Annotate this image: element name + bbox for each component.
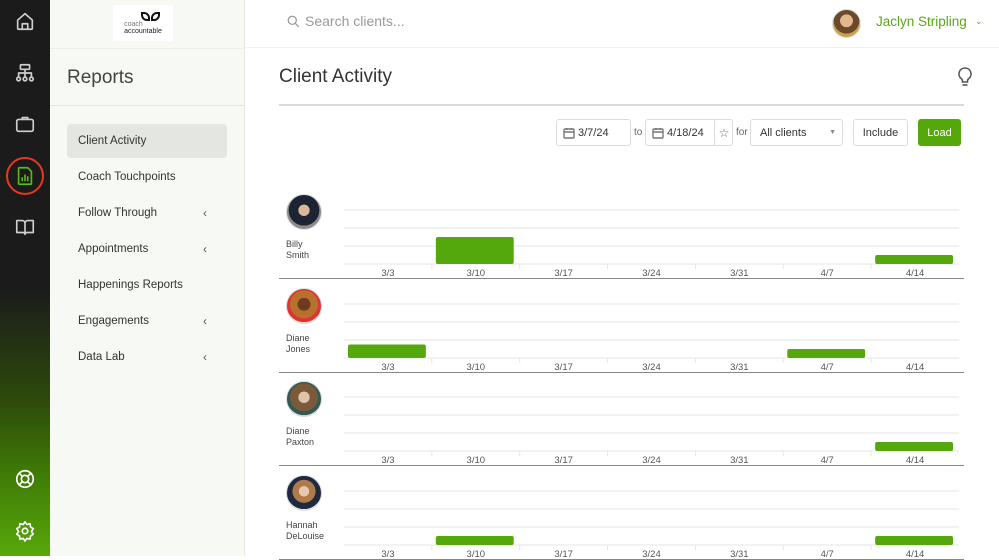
activity-bar[interactable] — [435, 237, 514, 264]
calendar-icon — [652, 127, 664, 139]
client-activity-row: Billy Smith 3/3 3/10 3/17 3/24 3/31 4/7 4/14 — [279, 186, 964, 279]
subnav-item-label: Coach Touchpoints — [78, 171, 176, 183]
caret-down-icon: ▼ — [829, 129, 836, 136]
x-tick-label: 3/3 — [381, 549, 394, 560]
subnav-title: Reports — [67, 67, 134, 88]
x-tick-label: 3/24 — [642, 549, 661, 560]
gear-icon[interactable] — [12, 518, 38, 544]
x-tick-label: 4/14 — [906, 455, 925, 466]
x-tick-label: 3/17 — [554, 362, 573, 373]
x-tick-label: 3/24 — [642, 362, 661, 373]
x-tick-label: 3/31 — [730, 549, 749, 560]
to-label: to — [634, 127, 643, 138]
x-tick-label: 3/3 — [381, 268, 394, 279]
activity-bar[interactable] — [348, 344, 426, 358]
subnav-item-happenings-reports[interactable]: Happenings Reports — [67, 268, 227, 302]
activity-bar[interactable] — [875, 255, 953, 264]
brand-logo[interactable]: coach accountable — [113, 5, 173, 41]
subnav-item-data-lab[interactable]: Data Lab ‹ — [67, 340, 227, 374]
x-tick-label: 4/7 — [821, 268, 834, 279]
subnav-item-label: Appointments — [78, 243, 149, 255]
x-tick-label: 3/10 — [467, 549, 486, 560]
activity-bar[interactable] — [787, 348, 866, 358]
client-activity-row: Diane Jones 3/3 3/10 3/17 3/24 3/31 4/7 4/14 — [279, 280, 964, 373]
x-tick-label: 3/3 — [381, 455, 394, 466]
home-icon[interactable] — [12, 8, 38, 34]
x-tick-label: 3/10 — [467, 455, 486, 466]
subnav-item-label: Engagements — [78, 315, 149, 327]
client-activity-chart: 3/3 3/10 3/17 3/24 3/31 4/7 4/14 — [344, 490, 959, 560]
client-activity-row: Diane Paxton 3/3 3/10 3/17 3/24 3/31 4/7 4/14 — [279, 373, 964, 466]
lifebuoy-icon[interactable] — [12, 466, 38, 492]
title-divider — [279, 104, 964, 106]
from-date-value: 3/7/24 — [578, 126, 609, 139]
load-button[interactable]: Load — [918, 119, 961, 146]
star-icon[interactable]: ☆ — [714, 120, 733, 145]
client-activity-chart: 3/3 3/10 3/17 3/24 3/31 4/7 4/14 — [344, 303, 959, 373]
org-chart-icon[interactable] — [12, 60, 38, 86]
book-icon[interactable] — [12, 214, 38, 240]
subnav-item-label: Data Lab — [78, 351, 125, 363]
client-activity-chart: 3/3 3/10 3/17 3/24 3/31 4/7 4/14 — [344, 396, 959, 466]
reports-icon[interactable] — [6, 157, 44, 195]
x-tick-label: 3/10 — [467, 362, 486, 373]
subnav-item-client-activity[interactable]: Client Activity — [67, 124, 227, 158]
subnav-item-label: Client Activity — [78, 135, 147, 147]
search-icon — [287, 15, 300, 27]
x-tick-label: 3/31 — [730, 455, 749, 466]
x-tick-label: 3/10 — [467, 268, 486, 279]
activity-bar[interactable] — [875, 442, 953, 451]
subnav-item-label: Follow Through — [78, 207, 158, 219]
leaf-logo-icon — [140, 11, 160, 21]
client-activity-row: Hannah DeLouise 3/3 3/10 3/17 3/24 3/31 4/7 4/14 — [279, 467, 964, 560]
include-label: Include — [862, 126, 899, 139]
user-avatar[interactable] — [832, 9, 861, 38]
chevron-left-icon: ‹ — [203, 242, 207, 256]
x-tick-label: 4/7 — [821, 549, 834, 560]
subnav-item-engagements[interactable]: Engagements ‹ — [67, 304, 227, 338]
x-tick-label: 3/3 — [381, 362, 394, 373]
page-title: Client Activity — [279, 66, 392, 87]
x-tick-label: 3/24 — [642, 455, 661, 466]
chevron-left-icon: ‹ — [203, 314, 207, 328]
icon-rail — [0, 0, 50, 556]
activity-bar[interactable] — [875, 535, 953, 545]
brand-line2: accountable — [124, 27, 162, 35]
include-button[interactable]: Include — [853, 119, 908, 146]
chevron-left-icon: ‹ — [203, 350, 207, 364]
clients-select[interactable]: All clients ▼ — [750, 119, 843, 146]
user-menu[interactable]: Jaclyn Stripling — [876, 14, 967, 29]
x-tick-label: 4/7 — [821, 455, 834, 466]
subnav-item-coach-touchpoints[interactable]: Coach Touchpoints — [67, 160, 227, 194]
clients-select-value: All clients — [760, 126, 807, 139]
x-tick-label: 3/31 — [730, 268, 749, 279]
x-tick-label: 4/7 — [821, 362, 834, 373]
briefcase-icon[interactable] — [12, 111, 38, 137]
x-tick-label: 3/17 — [554, 455, 573, 466]
x-tick-label: 4/14 — [906, 549, 925, 560]
subnav-item-follow-through[interactable]: Follow Through ‹ — [67, 196, 227, 230]
client-search[interactable]: Search clients... — [287, 13, 405, 29]
x-tick-label: 4/14 — [906, 362, 925, 373]
to-date-value: 4/18/24 — [667, 126, 704, 139]
x-tick-label: 3/31 — [730, 362, 749, 373]
x-tick-label: 3/17 — [554, 549, 573, 560]
chevron-down-icon[interactable]: ⌄ — [975, 16, 983, 27]
search-input[interactable]: Search clients... — [305, 13, 405, 29]
for-label: for — [736, 127, 748, 138]
to-date-input[interactable]: 4/18/24 ☆ — [645, 119, 733, 146]
subnav-item-appointments[interactable]: Appointments ‹ — [67, 232, 227, 266]
x-tick-label: 3/24 — [642, 268, 661, 279]
x-tick-label: 4/14 — [906, 268, 925, 279]
lightbulb-icon[interactable] — [955, 66, 975, 88]
brand-line1: coach — [124, 20, 143, 28]
from-date-input[interactable]: 3/7/24 — [556, 119, 631, 146]
x-tick-label: 3/17 — [554, 268, 573, 279]
activity-bar[interactable] — [435, 535, 514, 545]
calendar-icon — [563, 127, 575, 139]
chevron-left-icon: ‹ — [203, 206, 207, 220]
subnav-item-label: Happenings Reports — [78, 279, 183, 291]
client-activity-chart: 3/3 3/10 3/17 3/24 3/31 4/7 4/14 — [344, 209, 959, 279]
